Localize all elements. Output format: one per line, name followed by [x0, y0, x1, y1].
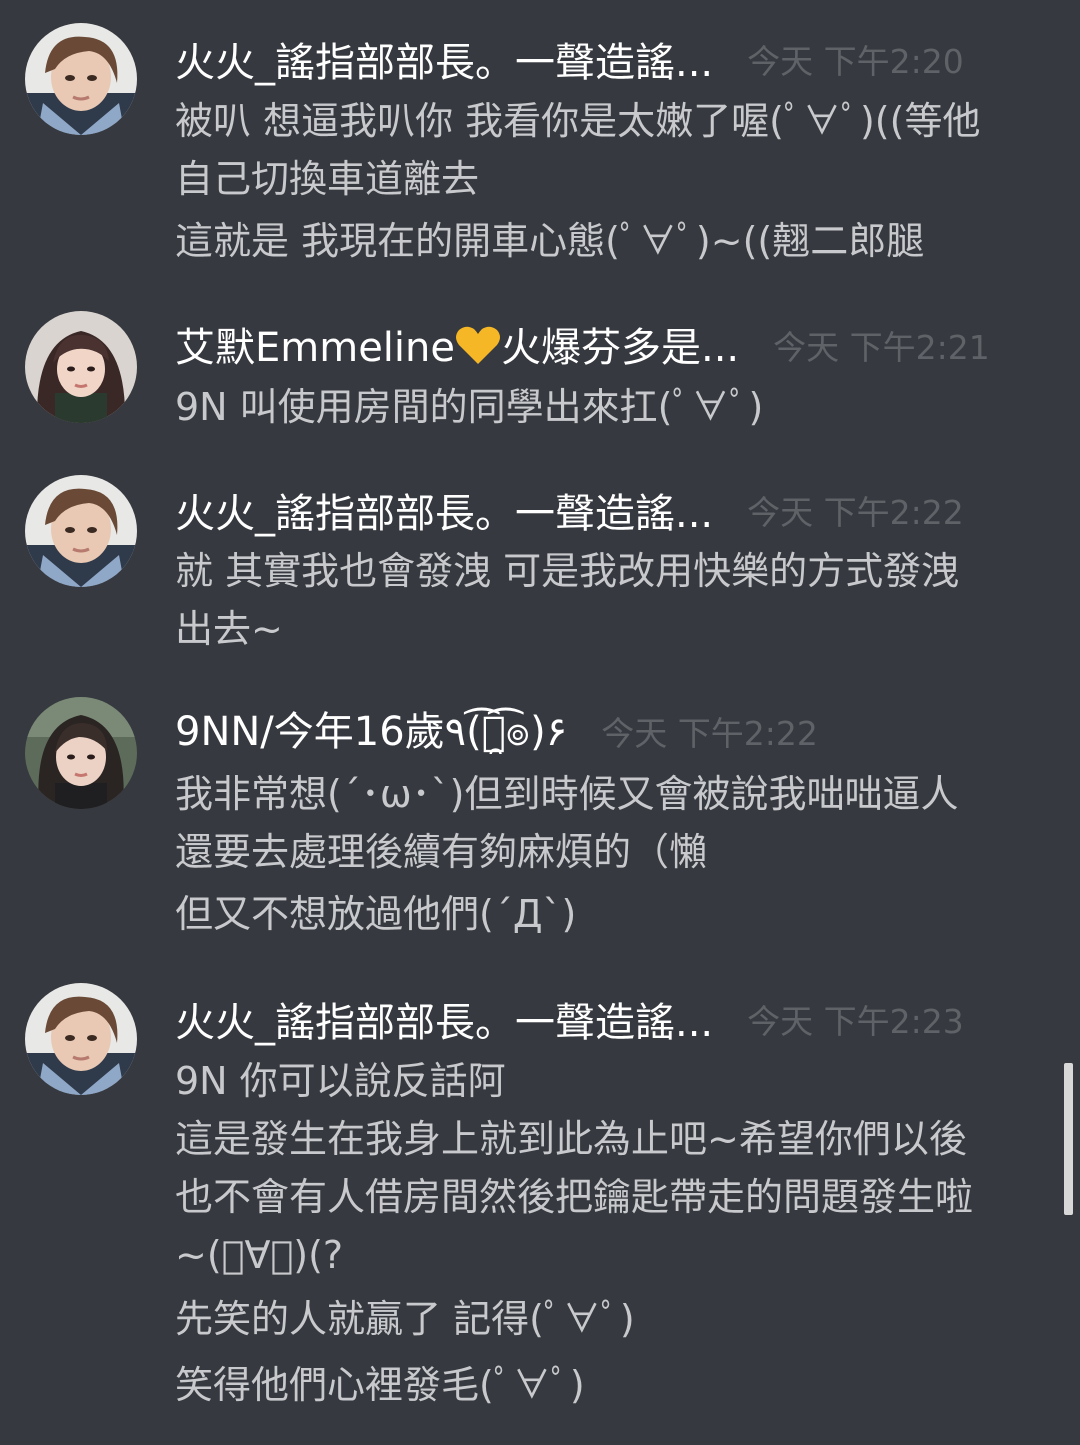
message-header: 火火_謠指部部長。一聲造謠... 今天 下午2:23	[175, 987, 1055, 1051]
message-line: 這就是 我現在的開車心態(ﾟ∀ﾟ)~((翹二郎腿	[175, 219, 925, 263]
message-line: 先笑的人就贏了 記得(ﾟ∀ﾟ)	[175, 1297, 635, 1341]
avatar-photo-9nn	[25, 697, 137, 809]
timestamp: 今天 下午2:22	[601, 714, 818, 753]
message-line: 還要去處理後續有夠麻煩的（懶	[175, 830, 708, 874]
message-line: 我非常想(´･ω･`)但到時候又會被說我咄咄逼人	[175, 772, 959, 816]
message-line: 出去~	[175, 607, 283, 651]
scrollbar-thumb[interactable]	[1064, 1063, 1073, 1215]
message-header: 火火_謠指部部長。一聲造謠... 今天 下午2:20	[175, 27, 1055, 91]
timestamp: 今天 下午2:23	[747, 1002, 964, 1041]
avatar-photo-huohuo	[25, 23, 137, 135]
username-suffix: 火爆芬多是...	[501, 325, 740, 371]
message-header: 艾默Emmeline 火爆芬多是... 今天 下午2:21	[175, 313, 1055, 377]
username-prefix: 艾默Emmeline	[175, 325, 455, 371]
message-line: 但又不想放過他們(´Д`)	[175, 892, 577, 936]
message-line: 笑得他們心裡發毛(ﾟ∀ﾟ)	[175, 1363, 585, 1407]
message-header: 9NN/今年16歲٩(͡๏̯͡๏)۶ 今天 下午2:22	[175, 699, 1055, 763]
avatar[interactable]	[25, 697, 137, 809]
avatar-photo-huohuo	[25, 475, 137, 587]
avatar[interactable]	[25, 983, 137, 1095]
chat-message-list[interactable]: 火火_謠指部部長。一聲造謠... 今天 下午2:20 被叭 想逼我叭你 我看你是…	[0, 0, 1080, 1445]
message-line: 9N 叫使用房間的同學出來扛(ﾟ∀ﾟ)	[175, 385, 764, 429]
message-line: ~(ﾟ∀ﾟ)(?	[175, 1233, 344, 1277]
username[interactable]: 火火_謠指部部長。一聲造謠...	[175, 990, 713, 1048]
message-header: 火火_謠指部部長。一聲造謠... 今天 下午2:22	[175, 478, 1055, 542]
username[interactable]: 火火_謠指部部長。一聲造謠...	[175, 30, 713, 88]
avatar-photo-huohuo	[25, 983, 137, 1095]
message-line: 也不會有人借房間然後把鑰匙帶走的問題發生啦	[175, 1175, 974, 1219]
username[interactable]: 9NN/今年16歲٩(͡๏̯͡๏)۶	[175, 699, 567, 763]
message-line: 這是發生在我身上就到此為止吧~希望你們以後	[175, 1117, 967, 1161]
timestamp: 今天 下午2:20	[747, 42, 964, 81]
timestamp: 今天 下午2:21	[773, 328, 990, 367]
message-line: 就 其實我也會發洩 可是我改用快樂的方式發洩	[175, 549, 960, 593]
avatar[interactable]	[25, 311, 137, 423]
message-line: 自己切換車道離去	[175, 157, 480, 201]
yellow-heart-icon	[455, 325, 501, 375]
timestamp: 今天 下午2:22	[747, 493, 964, 532]
avatar[interactable]	[25, 23, 137, 135]
username[interactable]: 火火_謠指部部長。一聲造謠...	[175, 481, 713, 539]
avatar[interactable]	[25, 475, 137, 587]
message-line: 被叭 想逼我叭你 我看你是太嫩了喔(ﾟ∀ﾟ)((等他	[175, 99, 981, 143]
message-line: 9N 你可以說反話阿	[175, 1059, 506, 1103]
avatar-photo-emmeline	[25, 311, 137, 423]
username[interactable]: 艾默Emmeline 火爆芬多是...	[175, 315, 739, 375]
